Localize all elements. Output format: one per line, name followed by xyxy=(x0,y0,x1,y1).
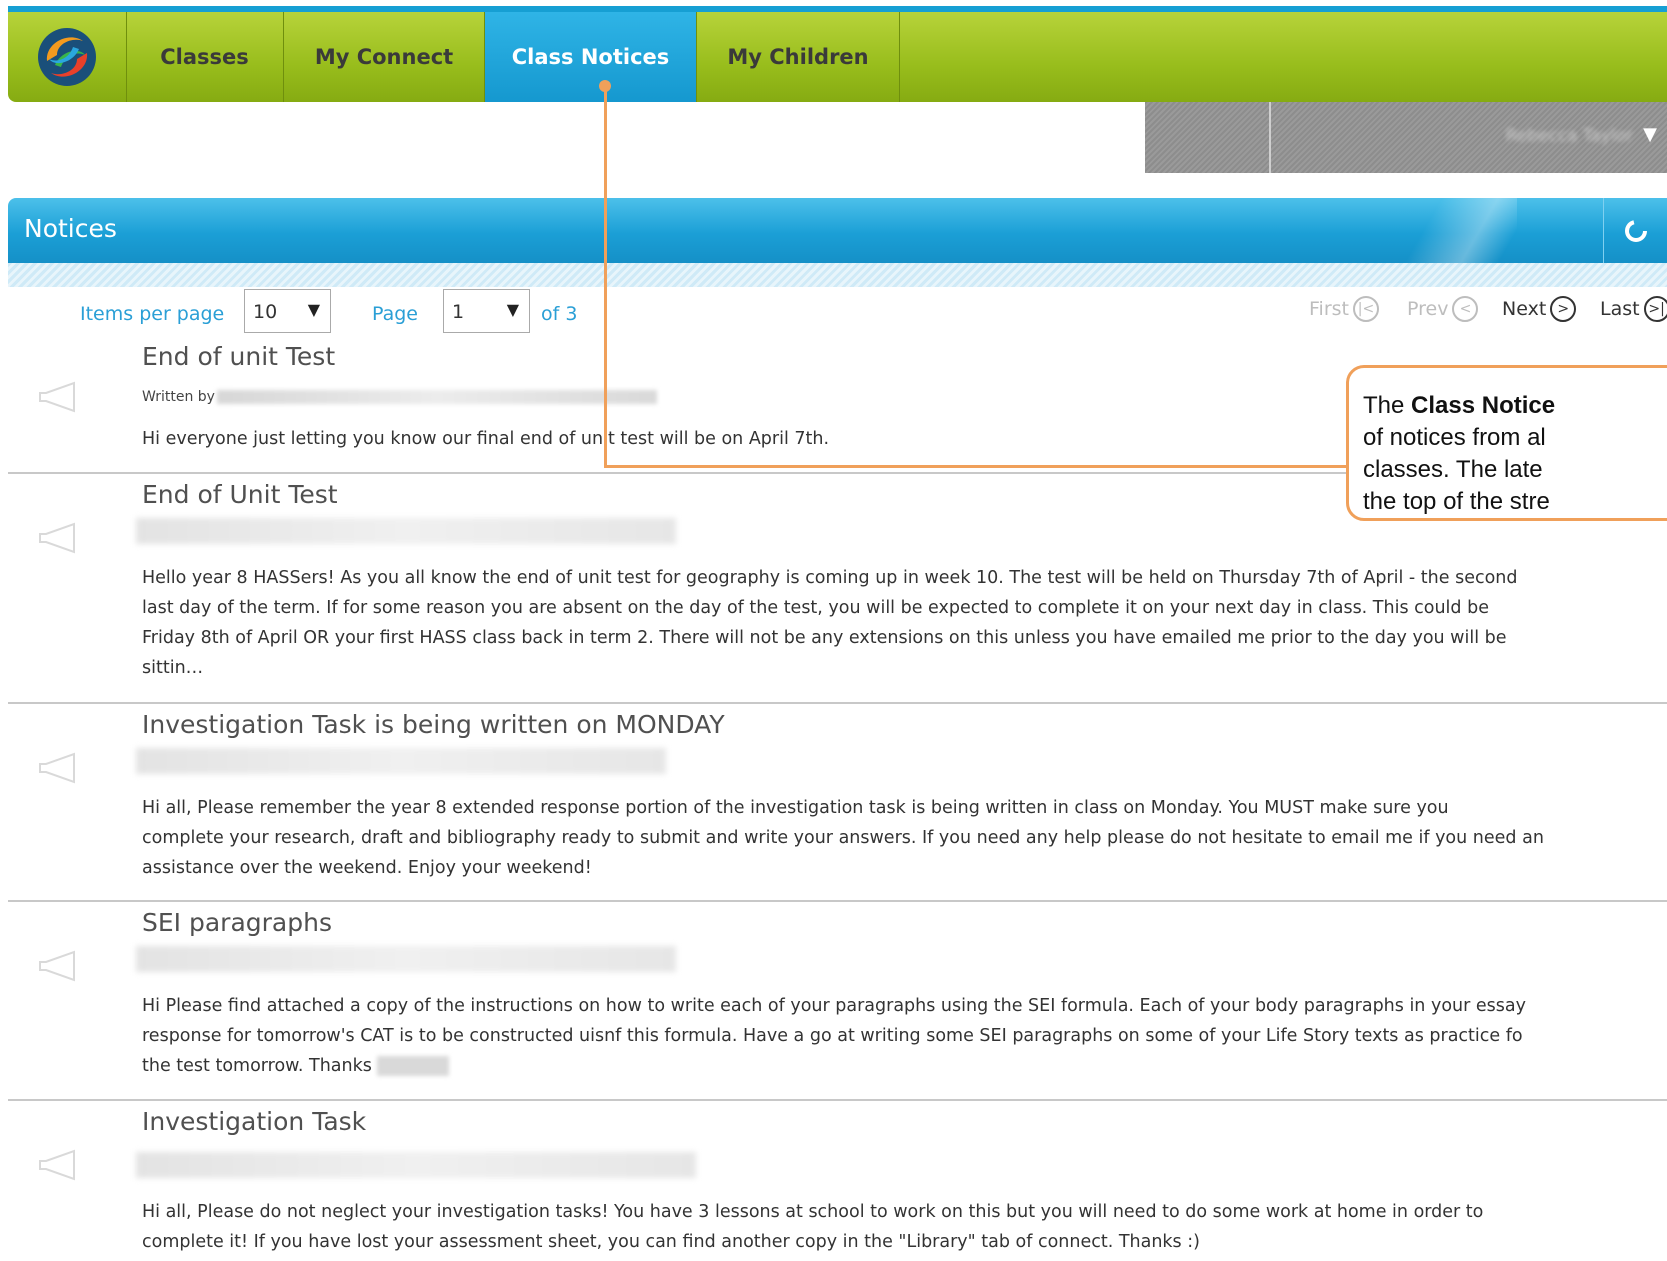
megaphone-icon xyxy=(39,950,75,982)
notice-body-line: complete your research, draft and biblio… xyxy=(142,828,1544,848)
redacted-author xyxy=(216,390,657,404)
chevron-right-icon: > xyxy=(1550,296,1577,322)
notice-item[interactable]: Investigation Task is being written on M… xyxy=(8,704,1667,902)
callout-text: The xyxy=(1363,392,1412,419)
notice-title[interactable]: End of unit Test xyxy=(142,342,335,371)
megaphone-icon xyxy=(39,752,75,784)
notice-body: Hi all, Please remember the year 8 exten… xyxy=(142,793,1667,883)
notice-body-line: Hi Please find attached a copy of the in… xyxy=(142,996,1526,1016)
notice-item[interactable]: SEI paragraphs Hi Please find attached a… xyxy=(8,902,1667,1101)
first-page-button[interactable]: First |< xyxy=(1309,296,1379,322)
notice-body-line: last day of the term. If for some reason… xyxy=(142,598,1489,618)
notice-body-line: Friday 8th of April OR your first HASS c… xyxy=(142,628,1507,648)
callout-line: of notices from al xyxy=(1363,424,1546,451)
panel-title: Notices xyxy=(24,214,117,243)
header-decoration xyxy=(1367,198,1517,263)
megaphone-icon xyxy=(39,522,75,554)
notice-body-line: the test tomorrow. Thanks xyxy=(142,1051,1667,1081)
user-name[interactable]: Rebecca Taylor xyxy=(1506,126,1633,146)
last-label: Last xyxy=(1600,298,1640,320)
notice-body-line: complete it! If you have lost your asses… xyxy=(142,1232,1200,1252)
last-page-button[interactable]: Last >| xyxy=(1600,296,1667,322)
refresh-button[interactable] xyxy=(1603,198,1667,263)
callout-bold-text: Class Notice xyxy=(1411,392,1556,419)
notice-body-text: the test tomorrow. Thanks xyxy=(142,1056,372,1076)
last-page-icon: >| xyxy=(1643,296,1667,322)
notice-body: Hi Please find attached a copy of the in… xyxy=(142,991,1667,1081)
tab-my-children[interactable]: My Children xyxy=(697,12,900,102)
notice-title[interactable]: End of Unit Test xyxy=(142,480,338,509)
refresh-icon xyxy=(1624,219,1647,242)
megaphone-icon xyxy=(39,381,75,413)
next-label: Next xyxy=(1502,298,1547,320)
notice-body-line: Hi all, Please do not neglect your inves… xyxy=(142,1202,1484,1222)
user-bar-divider xyxy=(1269,102,1271,173)
next-page-button[interactable]: Next > xyxy=(1502,296,1577,322)
notice-body-line: Hi all, Please remember the year 8 exten… xyxy=(142,798,1449,818)
callout-line: The Class Notice xyxy=(1363,390,1667,422)
callout-leader-line xyxy=(604,86,607,468)
header-stripe xyxy=(8,263,1667,287)
first-label: First xyxy=(1309,298,1349,320)
callout-line: the top of the stre xyxy=(1363,488,1550,515)
notices-header: Notices xyxy=(8,198,1667,263)
chevron-down-icon: ▼ xyxy=(506,300,519,319)
user-bar: Rebecca Taylor ▼ xyxy=(1145,102,1667,173)
notice-byline: Written by xyxy=(142,389,657,405)
notice-body: Hi all, Please do not neglect your inves… xyxy=(142,1197,1667,1257)
items-per-page-select[interactable]: 10 ▼ xyxy=(244,289,331,333)
prev-page-button[interactable]: Prev < xyxy=(1407,296,1479,322)
top-nav-bar: Classes My Connect Class Notices My Chil… xyxy=(8,6,1667,102)
page-value: 1 xyxy=(452,301,465,323)
callout-leader-line xyxy=(604,465,1421,468)
redacted-byline xyxy=(136,946,676,972)
notice-body: Hello year 8 HASSers! As you all know th… xyxy=(142,563,1667,683)
tab-my-connect[interactable]: My Connect xyxy=(284,12,485,102)
notice-title[interactable]: Investigation Task xyxy=(142,1107,366,1136)
chevron-left-icon: < xyxy=(1452,296,1479,322)
items-per-page-label: Items per page xyxy=(80,303,225,325)
megaphone-icon xyxy=(39,1149,75,1181)
first-page-icon: |< xyxy=(1353,296,1379,322)
annotation-callout: The Class Notice of notices from al clas… xyxy=(1346,365,1667,521)
tab-classes[interactable]: Classes xyxy=(126,12,284,102)
notice-title[interactable]: SEI paragraphs xyxy=(142,908,332,937)
page-label: Page xyxy=(372,303,418,325)
notice-item[interactable]: Investigation Task Hi all, Please do not… xyxy=(8,1101,1667,1261)
tab-class-notices[interactable]: Class Notices xyxy=(485,12,697,102)
redacted-signature xyxy=(377,1056,450,1076)
redacted-byline xyxy=(136,518,676,544)
prev-label: Prev xyxy=(1407,298,1449,320)
redacted-byline xyxy=(136,1152,696,1178)
page-count-label: of 3 xyxy=(541,303,578,325)
connect-logo-icon xyxy=(38,28,96,86)
written-by-label: Written by xyxy=(142,389,215,405)
redacted-byline xyxy=(136,748,666,774)
notice-body-line: Hello year 8 HASSers! As you all know th… xyxy=(142,568,1518,588)
callout-anchor-dot xyxy=(599,80,611,92)
chevron-down-icon: ▼ xyxy=(307,300,320,319)
app-logo[interactable] xyxy=(8,12,127,102)
chevron-down-icon[interactable]: ▼ xyxy=(1643,124,1657,145)
notice-body-line: response for tomorrow's CAT is to be con… xyxy=(142,1026,1523,1046)
page-select[interactable]: 1 ▼ xyxy=(443,289,530,333)
notice-title[interactable]: Investigation Task is being written on M… xyxy=(142,710,725,739)
notice-body-line: assistance over the weekend. Enjoy your … xyxy=(142,858,592,878)
callout-line: classes. The late xyxy=(1363,456,1543,483)
items-per-page-value: 10 xyxy=(253,301,278,323)
notice-body-line: sittin… xyxy=(142,658,204,678)
